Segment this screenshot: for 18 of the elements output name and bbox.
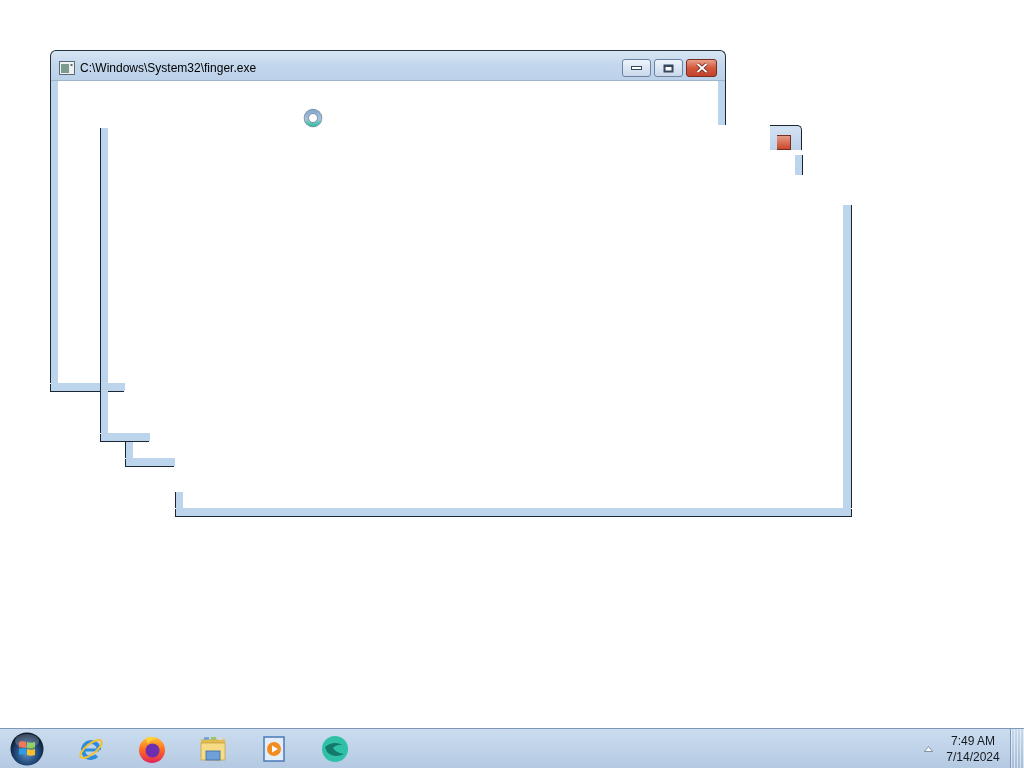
window-border [795,155,802,175]
busy-cursor-icon [303,108,323,128]
start-orb-icon[interactable] [10,731,44,766]
close-button[interactable] [686,59,717,77]
window-title: C:\Windows\System32\finger.exe [80,61,257,75]
up-arrow-icon[interactable] [924,745,933,752]
maximize-icon [663,63,674,73]
round-swirl-icon[interactable] [319,733,350,764]
clock-date[interactable]: 7/14/2024 [946,748,1000,765]
minimize-icon [631,66,642,70]
maximize-button[interactable] [654,59,683,77]
close-button-fragment [777,135,791,150]
close-icon [695,63,708,73]
console-icon [59,61,75,75]
show-desktop-button[interactable] [1010,729,1024,768]
minimize-button[interactable] [622,59,651,77]
window-border [718,81,725,125]
clock-time[interactable]: 7:49 AM [951,732,995,749]
